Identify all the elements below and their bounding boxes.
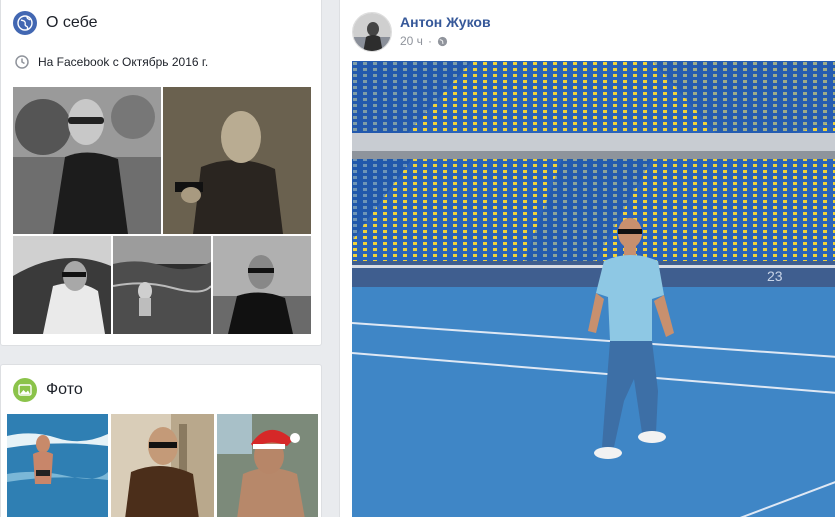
photos-header: Фото xyxy=(13,378,83,402)
author-avatar[interactable] xyxy=(352,12,392,52)
post-author-name[interactable]: Антон Жуков xyxy=(400,14,491,30)
photos-title[interactable]: Фото xyxy=(46,381,83,399)
facebook-since: На Facebook с Октябрь 2016 г. xyxy=(15,55,208,69)
photo-thumb-3[interactable] xyxy=(217,414,318,517)
featured-photo-1[interactable] xyxy=(13,87,161,234)
public-globe-icon[interactable] xyxy=(437,36,448,47)
clock-icon xyxy=(15,55,29,69)
post-timestamp[interactable]: 20 ч xyxy=(400,34,423,48)
globe-icon xyxy=(13,11,37,35)
post-photo[interactable]: 23 xyxy=(352,61,835,517)
featured-photo-5[interactable] xyxy=(213,236,311,334)
about-title[interactable]: О себе xyxy=(46,14,98,32)
featured-photo-3[interactable] xyxy=(13,236,111,334)
facebook-since-text: На Facebook с Октябрь 2016 г. xyxy=(38,55,209,69)
post-meta: 20 ч · xyxy=(400,34,448,48)
photo-icon xyxy=(13,378,37,402)
post-card: Антон Жуков 20 ч · 23 xyxy=(339,0,835,517)
about-header: О себе xyxy=(13,11,98,35)
photo-thumb-1[interactable] xyxy=(7,414,108,517)
photos-card: Фото xyxy=(0,364,322,517)
jersey-number: 23 xyxy=(767,268,783,284)
meta-separator: · xyxy=(427,34,432,48)
featured-photo-2[interactable] xyxy=(163,87,311,234)
photo-thumb-2[interactable] xyxy=(111,414,214,517)
featured-photo-4[interactable] xyxy=(113,236,211,334)
about-card: О себе На Facebook с Октябрь 2016 г. xyxy=(0,0,322,346)
